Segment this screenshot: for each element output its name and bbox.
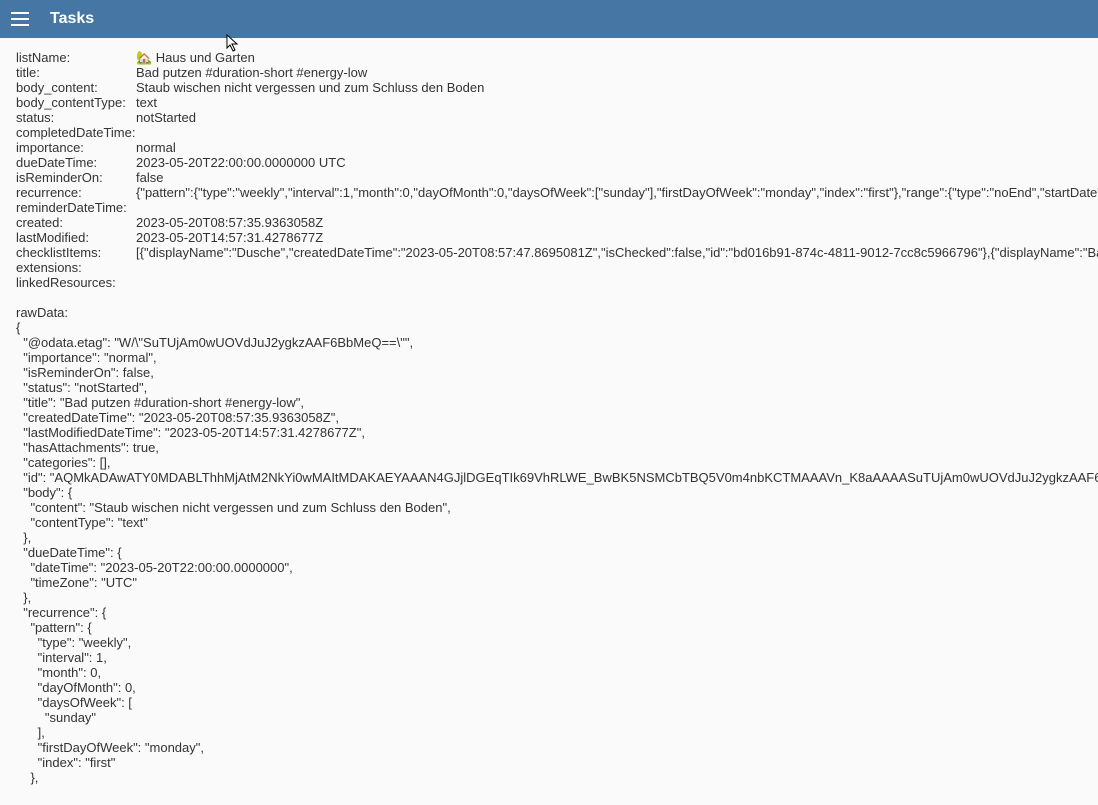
field-value: text (136, 95, 157, 110)
field-row: created:2023-05-20T08:57:35.9363058Z (16, 215, 1082, 230)
page-title: Tasks (50, 10, 94, 28)
field-row: isReminderOn:false (16, 170, 1082, 185)
field-row: body_contentType:text (16, 95, 1082, 110)
field-value: 2023-05-20T14:57:31.4278677Z (136, 230, 323, 245)
field-label: reminderDateTime: (16, 200, 136, 215)
field-row: title:Bad putzen #duration-short #energy… (16, 65, 1082, 80)
field-value: [{"displayName":"Dusche","createdDateTim… (136, 245, 1098, 260)
field-value: 2023-05-20T08:57:35.9363058Z (136, 215, 323, 230)
field-label: isReminderOn: (16, 170, 136, 185)
field-row: checklistItems:[{"displayName":"Dusche",… (16, 245, 1082, 260)
field-label: title: (16, 65, 136, 80)
field-row: status:notStarted (16, 110, 1082, 125)
field-row: body_content:Staub wischen nicht vergess… (16, 80, 1082, 95)
field-value: 2023-05-20T22:00:00.0000000 UTC (136, 155, 346, 170)
raw-data-label: rawData: (16, 305, 1082, 320)
field-row: recurrence:{"pattern":{"type":"weekly","… (16, 185, 1082, 200)
raw-data-body: { "@odata.etag": "W/\"SuTUjAm0wUOVdJuJ2y… (16, 320, 1082, 785)
field-row: extensions: (16, 260, 1082, 275)
field-label: checklistItems: (16, 245, 136, 260)
field-label: body_content: (16, 80, 136, 95)
field-value: {"pattern":{"type":"weekly","interval":1… (136, 185, 1098, 200)
field-value: Staub wischen nicht vergessen und zum Sc… (136, 80, 484, 95)
field-label: linkedResources: (16, 275, 136, 290)
field-row: importance:normal (16, 140, 1082, 155)
field-label: dueDateTime: (16, 155, 136, 170)
field-value: Bad putzen #duration-short #energy-low (136, 65, 367, 80)
field-row: linkedResources: (16, 275, 1082, 290)
menu-icon[interactable] (8, 7, 32, 31)
field-row: lastModified:2023-05-20T14:57:31.4278677… (16, 230, 1082, 245)
field-row: listName:🏡 Haus und Garten (16, 50, 1082, 65)
field-row: reminderDateTime: (16, 200, 1082, 215)
field-value: 🏡 Haus und Garten (136, 50, 255, 65)
field-value: false (136, 170, 163, 185)
field-label: status: (16, 110, 136, 125)
field-label: body_contentType: (16, 95, 136, 110)
field-label: completedDateTime: (16, 125, 136, 140)
task-detail-content: listName:🏡 Haus und Gartentitle:Bad putz… (0, 38, 1098, 797)
field-label: listName: (16, 50, 136, 65)
raw-data-section: rawData: { "@odata.etag": "W/\"SuTUjAm0w… (16, 305, 1082, 785)
field-label: importance: (16, 140, 136, 155)
field-label: lastModified: (16, 230, 136, 245)
field-row: dueDateTime:2023-05-20T22:00:00.0000000 … (16, 155, 1082, 170)
field-label: recurrence: (16, 185, 136, 200)
field-label: extensions: (16, 260, 136, 275)
field-label: created: (16, 215, 136, 230)
app-header: Tasks (0, 0, 1098, 38)
field-row: completedDateTime: (16, 125, 1082, 140)
field-value: notStarted (136, 110, 196, 125)
field-value: normal (136, 140, 176, 155)
